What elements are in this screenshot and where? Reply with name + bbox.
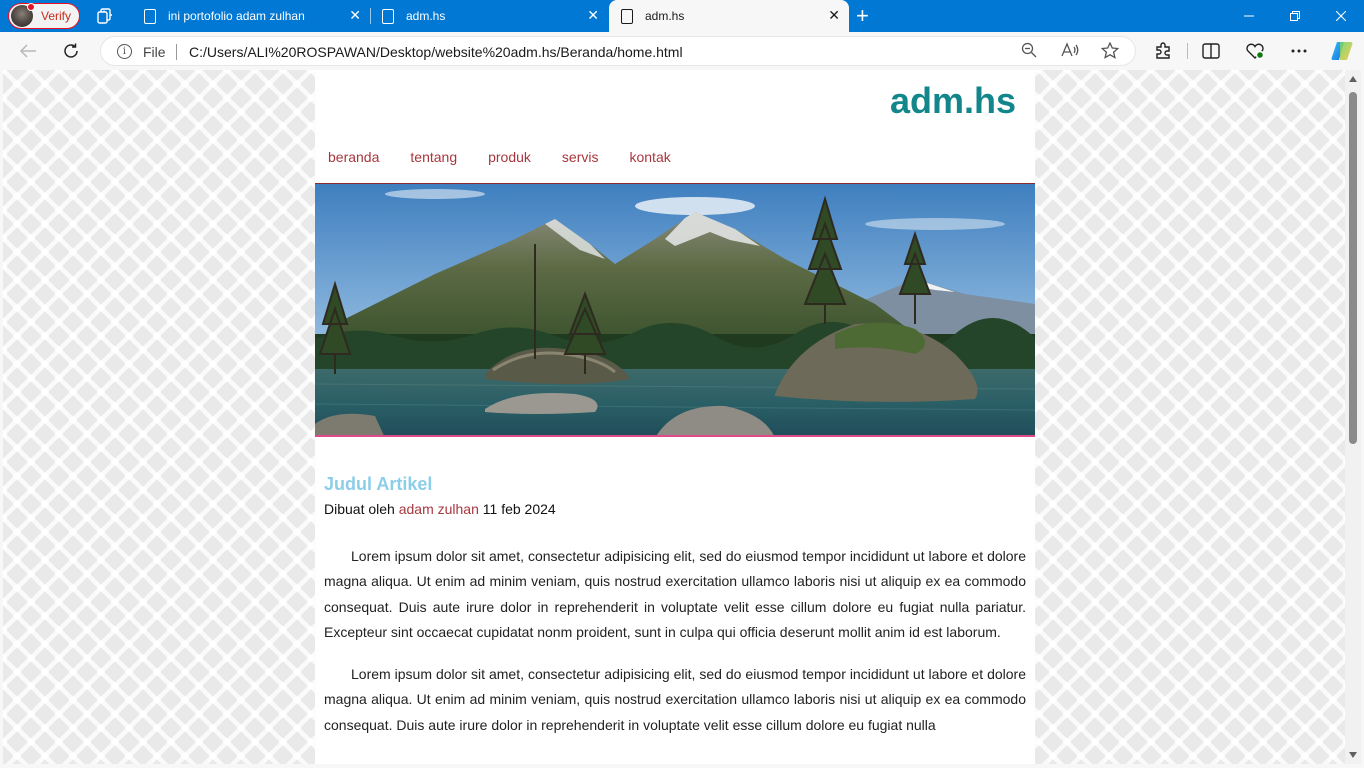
scroll-up-arrow-icon[interactable] [1349,76,1357,82]
profile-button[interactable]: Verify [8,3,80,29]
tab-divider [370,8,371,24]
window-frame-bottom [0,764,1364,768]
read-aloud-icon[interactable] [1061,42,1079,62]
favorite-star-icon[interactable] [1100,41,1120,63]
page-container: adm.hs beranda tentang produk servis kon… [315,70,1035,764]
tab-title: adm.hs [645,9,685,23]
tab-portfolio[interactable]: ini portofolio adam zulhan ✕ [134,0,370,32]
restore-icon [1290,11,1300,21]
scheme-label: File [143,44,166,60]
browser-essentials-icon[interactable] [1245,41,1265,61]
scrollbar-thumb[interactable] [1349,92,1357,444]
article-byline: Dibuat oleh adam zulhan 11 feb 2024 [324,501,1026,517]
toolbar-divider [1187,43,1188,59]
landscape-photo [315,184,1035,435]
article: Judul Artikel Dibuat oleh adam zulhan 11… [324,474,1026,738]
site-title[interactable]: adm.hs [890,80,1016,122]
article-title: Judul Artikel [324,474,433,494]
close-icon[interactable]: ✕ [349,8,361,22]
new-tab-button[interactable]: + [856,5,869,27]
scroll-down-arrow-icon[interactable] [1349,752,1357,758]
article-paragraph: Lorem ipsum dolor sit amet, consectetur … [324,666,1026,733]
tab-title: adm.hs [406,9,446,23]
avatar [11,3,35,27]
close-window-button[interactable] [1318,0,1364,32]
workspaces-icon[interactable] [96,7,114,25]
restore-button[interactable] [1272,0,1318,32]
refresh-icon[interactable] [61,41,81,61]
page-icon [382,8,394,24]
main-nav: beranda tentang produk servis kontak [328,149,702,165]
tab-strip: Verify ini portofolio adam zulhan ✕ adm.… [0,0,1364,32]
info-icon[interactable]: i [117,44,132,59]
page-icon [621,8,633,24]
extensions-icon[interactable] [1153,41,1173,61]
address-bar[interactable]: i File C:/Users/ALI%20ROSPAWAN/Desktop/w… [100,36,1136,66]
more-options-icon[interactable] [1289,41,1309,61]
profile-label: Verify [41,9,72,23]
author-link[interactable]: adam zulhan [399,501,479,517]
article-date: 11 feb 2024 [482,501,556,517]
minimize-button[interactable] [1226,0,1272,32]
copilot-icon[interactable] [1330,39,1354,63]
article-paragraph: Lorem ipsum dolor sit amet, consectetur … [324,548,1026,640]
close-icon[interactable]: ✕ [587,8,599,22]
url-text[interactable]: C:/Users/ALI%20ROSPAWAN/Desktop/website%… [189,44,683,60]
address-divider [176,44,177,60]
notification-dot [27,3,35,11]
byline-prefix: Dibuat oleh [324,501,395,517]
browser-toolbar: i File C:/Users/ALI%20ROSPAWAN/Desktop/w… [0,32,1364,70]
nav-item-produk[interactable]: produk [488,149,531,165]
nav-item-servis[interactable]: servis [562,149,599,165]
split-screen-icon[interactable] [1201,41,1221,61]
tab-title: ini portofolio adam zulhan [168,9,305,23]
minimize-icon [1244,15,1254,17]
vertical-scrollbar[interactable] [1345,70,1361,764]
nav-item-tentang[interactable]: tentang [410,149,457,165]
zoom-icon[interactable] [1021,42,1037,62]
nav-item-beranda[interactable]: beranda [328,149,379,165]
tab-admhs-active[interactable]: adm.hs ✕ [609,0,849,32]
page-icon [144,8,156,24]
back-arrow-icon[interactable] [18,41,38,61]
close-icon[interactable]: ✕ [828,8,840,22]
close-icon [1336,11,1346,21]
nav-item-kontak[interactable]: kontak [629,149,670,165]
tab-admhs-1[interactable]: adm.hs ✕ [372,0,608,32]
page-viewport: adm.hs beranda tentang produk servis kon… [3,70,1345,764]
hero-image [315,183,1035,437]
